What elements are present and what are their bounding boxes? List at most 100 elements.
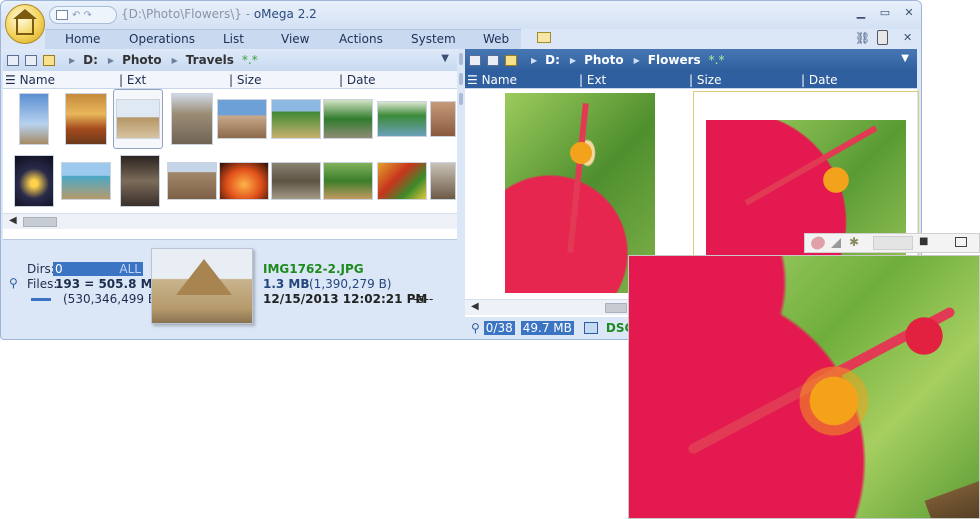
thumbnail-castle[interactable] <box>167 91 217 147</box>
dirs-label: Dirs: <box>27 262 55 276</box>
scroll-left-icon[interactable]: ◀ <box>9 215 17 226</box>
contrast-icon[interactable] <box>831 238 841 248</box>
col-date[interactable]: | Date <box>339 73 376 87</box>
tab-web[interactable]: Web <box>483 32 509 46</box>
title-path: {D:\Photo\Flowers\} <box>121 7 242 21</box>
path-arrow-icon: ▶ <box>171 55 178 65</box>
selection-count: 0/38 <box>483 321 515 335</box>
path-segment-travels[interactable]: Travels <box>186 53 234 67</box>
link-icon[interactable]: ⛓ <box>855 31 870 45</box>
file-mask[interactable]: *.* <box>709 53 725 67</box>
thumbnail-cathedral[interactable] <box>115 153 165 209</box>
col-name[interactable]: ☰ Name <box>467 73 517 87</box>
file-mask[interactable]: *.* <box>242 53 258 67</box>
file-date: 12/15/2013 12:02:21 PM <box>263 292 428 306</box>
search-icon[interactable]: ⚲ <box>9 276 18 290</box>
tab-home[interactable]: Home <box>65 32 100 46</box>
home-icon <box>13 9 37 35</box>
thumbnail-garden[interactable] <box>323 153 373 209</box>
file-size-bytes: (1,390,279 B) <box>309 277 392 291</box>
left-column-header: ☰ Name | Ext | Size | Date <box>3 71 457 89</box>
tab-list[interactable]: List <box>223 32 244 46</box>
col-date[interactable]: | Date <box>801 73 838 87</box>
path-segment-photo[interactable]: Photo <box>584 53 624 67</box>
trash-icon[interactable] <box>877 30 888 45</box>
chevron-down-icon[interactable]: ▼ <box>441 53 449 64</box>
path-segment-photo[interactable]: Photo <box>122 53 162 67</box>
thumbnail-fountain[interactable] <box>219 153 269 209</box>
thumbnail-trees[interactable] <box>271 153 321 209</box>
scrollbar-thumb[interactable] <box>23 217 57 227</box>
zoom-slider[interactable] <box>873 236 913 250</box>
edit-path-icon[interactable] <box>505 54 517 66</box>
thumbnail-partial-2[interactable] <box>429 153 457 209</box>
left-horizontal-scrollbar[interactable]: ◀ <box>3 213 457 229</box>
path-arrow-icon: ▶ <box>531 55 538 65</box>
file-size: 1.3 MB <box>263 277 310 291</box>
tab-system[interactable]: System <box>411 32 456 46</box>
save-icon[interactable] <box>56 10 68 20</box>
thumbnail-village[interactable] <box>217 91 267 147</box>
file-name: IMG1762-2.JPG <box>263 262 364 276</box>
minimize-icon[interactable]: ▁ <box>853 6 869 20</box>
selected-file-preview[interactable] <box>151 248 253 324</box>
col-ext[interactable]: | Ext <box>579 73 606 87</box>
tab-operations[interactable]: Operations <box>129 32 195 46</box>
magic-wand-icon[interactable]: ✱ <box>849 235 859 249</box>
pollen-shape <box>769 346 899 456</box>
close-icon[interactable]: ✕ <box>901 6 917 20</box>
maximize-icon[interactable]: ▭ <box>877 6 893 20</box>
path-arrow-icon: ▶ <box>633 55 640 65</box>
thumbnail-pyramid-selected[interactable] <box>113 89 163 149</box>
drive-icon[interactable] <box>469 54 481 66</box>
thumbnail-leaning-tower[interactable] <box>9 91 59 147</box>
panel-splitter[interactable] <box>457 49 465 339</box>
drive-list-icon[interactable] <box>25 54 37 66</box>
thumbnail-ruins[interactable] <box>167 153 217 209</box>
drive-list-icon[interactable] <box>487 54 499 66</box>
enlarged-image-preview[interactable] <box>628 255 980 519</box>
drive-icon[interactable] <box>7 54 19 66</box>
pyramid-shape <box>176 259 232 295</box>
file-info-area: Dirs: 0 ALL ⚲ Files: 193 = 505.8 MB (530,… <box>3 239 457 339</box>
search-icon[interactable]: ⚲ <box>471 321 480 335</box>
scrollbar-thumb[interactable] <box>605 303 627 313</box>
thumbnail-park[interactable] <box>323 91 373 147</box>
path-segment-drive[interactable]: D: <box>83 53 98 67</box>
col-size[interactable]: | Size <box>229 73 262 87</box>
stop-icon[interactable]: ■ <box>919 236 928 247</box>
thumbnail-partial-1[interactable] <box>429 91 457 147</box>
eraser-icon[interactable] <box>808 234 828 252</box>
path-segment-drive[interactable]: D: <box>545 53 560 67</box>
thumbnail-temple[interactable] <box>61 91 111 147</box>
app-menu-orb[interactable] <box>5 4 45 44</box>
right-column-header: ☰ Name | Ext | Size | Date <box>465 71 917 89</box>
tab-view[interactable]: View <box>281 32 309 46</box>
quick-access-toolbar[interactable]: ↶ ↷ <box>49 6 117 24</box>
scroll-left-icon[interactable]: ◀ <box>471 301 479 312</box>
tab-actions[interactable]: Actions <box>339 32 383 46</box>
thumbnail-rock-beach[interactable] <box>61 153 111 209</box>
chevron-down-icon[interactable]: ▼ <box>901 53 909 64</box>
thumbnail-river[interactable] <box>377 91 427 147</box>
new-tab-icon[interactable] <box>537 32 551 43</box>
maximize-preview-icon[interactable] <box>955 237 967 247</box>
thumbnail-flowers[interactable] <box>377 153 427 209</box>
col-name[interactable]: ☰ Name <box>5 73 55 87</box>
col-ext[interactable]: | Ext <box>119 73 146 87</box>
undo-redo-icon[interactable]: ↶ ↷ <box>72 10 92 21</box>
path-segment-flowers[interactable]: Flowers <box>648 53 701 67</box>
edit-path-icon[interactable] <box>43 54 55 66</box>
usage-bar <box>31 298 51 301</box>
right-tab-strip: ⛓ ✕ <box>531 29 921 49</box>
image-icon[interactable] <box>583 322 598 334</box>
thumbnail-eiffel[interactable] <box>9 153 59 209</box>
thumbnail-palms[interactable] <box>271 91 321 147</box>
files-value: 193 = 505.8 MB <box>55 277 162 291</box>
dirs-value: 0 ALL <box>53 262 143 276</box>
app-name: oMega 2.2 <box>253 7 317 21</box>
close-tab-icon[interactable]: ✕ <box>903 31 912 44</box>
col-size[interactable]: | Size <box>689 73 722 87</box>
ribbon-tabs: Home Operations List View Actions System… <box>45 29 521 49</box>
left-file-panel: ▶ D: ▶ Photo ▶ Travels *.* ▼ ☰ Name | Ex… <box>3 49 457 339</box>
